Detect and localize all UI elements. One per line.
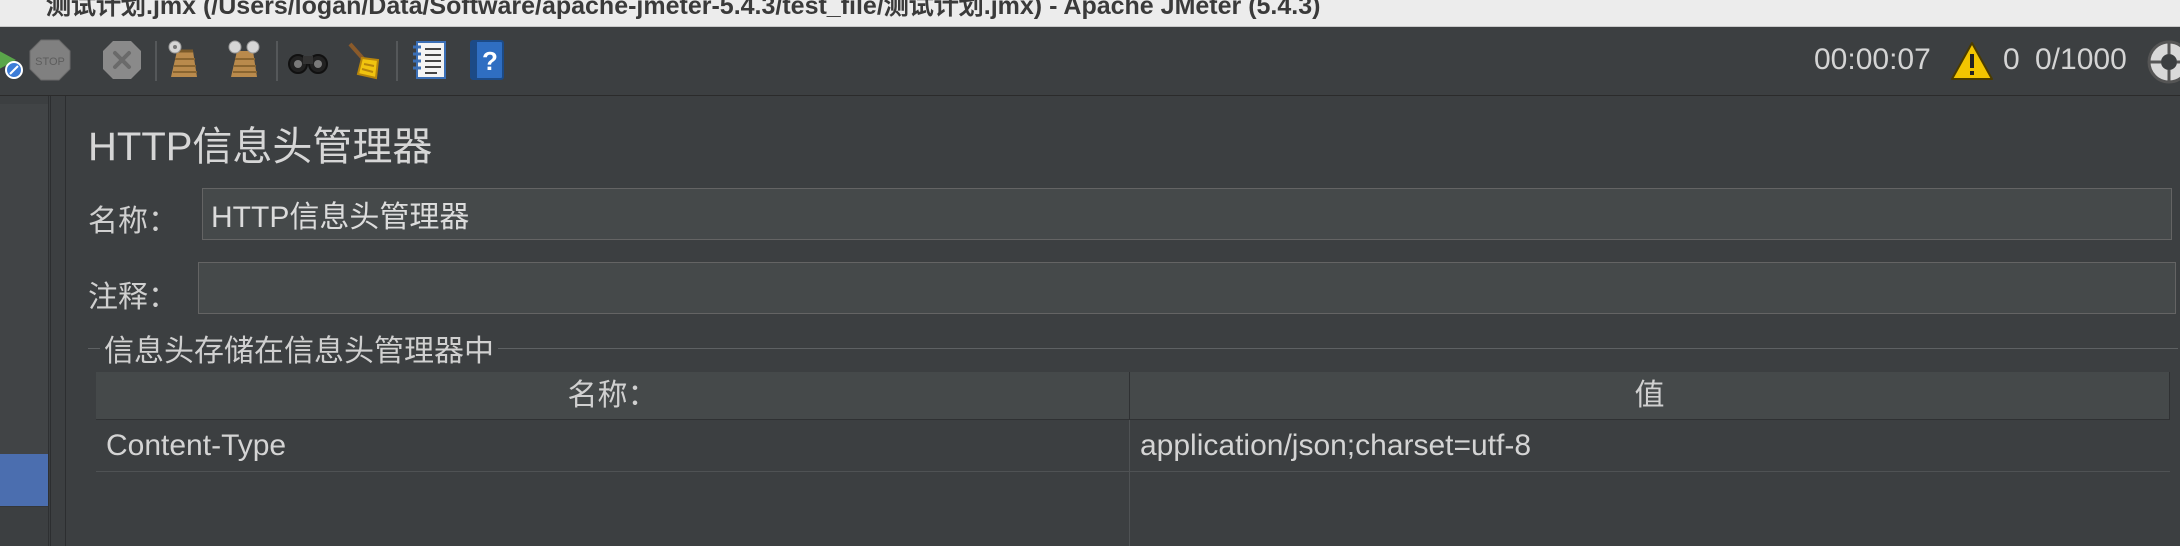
http-header-manager-panel: HTTP信息头管理器 名称： 注释： 信息头存储在信息头管理器中 名称： 值 C… — [66, 96, 2180, 546]
remote-engine-icon[interactable] — [2146, 39, 2180, 85]
tree-node[interactable] — [0, 204, 48, 255]
comment-field[interactable] — [198, 262, 2176, 314]
svg-text:?: ? — [482, 46, 498, 76]
tree-node[interactable] — [0, 154, 48, 205]
toolbar-separator — [276, 41, 278, 81]
jmeter-window: 测试计划.jmx (/Users/logan/Data/Software/apa… — [0, 0, 2180, 546]
clear-all-icon[interactable] — [222, 38, 266, 82]
active-threads: 0/1000 — [2035, 43, 2127, 76]
comment-label: 注释： — [88, 281, 178, 314]
clear-icon[interactable] — [162, 38, 206, 82]
warning-icon[interactable] — [1950, 41, 1994, 81]
tree-node[interactable] — [0, 104, 48, 155]
header-name-cell[interactable]: Content-Type — [96, 420, 1130, 472]
name-field[interactable] — [202, 188, 2172, 240]
toolbar: STOP ? 00:00:07 0 0/1000 — [0, 27, 2180, 96]
page-title: HTTP信息头管理器 — [88, 125, 433, 169]
column-header-value[interactable]: 值 — [1130, 372, 2170, 420]
window-title-bar: 测试计划.jmx (/Users/logan/Data/Software/apa… — [0, 0, 2180, 27]
name-label: 名称： — [88, 205, 178, 238]
headers-group-title: 信息头存储在信息头管理器中 — [100, 326, 498, 370]
test-plan-tree — [0, 96, 49, 546]
shutdown-icon[interactable] — [100, 38, 144, 82]
tree-node[interactable] — [0, 354, 48, 405]
start-no-pauses-icon[interactable] — [0, 38, 28, 82]
headers-table: 名称： 值 Content-Type application/json;char… — [96, 372, 2170, 546]
toolbar-separator — [155, 41, 157, 81]
error-count: 0 — [2003, 43, 2020, 76]
help-icon[interactable]: ? — [466, 38, 510, 82]
function-helper-icon[interactable] — [408, 38, 452, 82]
reset-search-icon[interactable] — [342, 38, 386, 82]
window-title: 测试计划.jmx (/Users/logan/Data/Software/apa… — [46, 0, 1321, 20]
tree-node-selected[interactable] — [0, 454, 48, 507]
search-icon[interactable] — [286, 38, 330, 82]
split-pane-divider[interactable] — [50, 96, 66, 546]
tree-node[interactable] — [0, 304, 48, 355]
svg-text:STOP: STOP — [35, 56, 65, 68]
tree-node[interactable] — [0, 254, 48, 305]
column-divider — [1129, 472, 1130, 546]
header-value-cell[interactable]: application/json;charset=utf-8 — [1130, 420, 2170, 472]
elapsed-time: 00:00:07 — [1814, 43, 1931, 76]
stop-icon[interactable]: STOP — [28, 38, 72, 82]
tree-node[interactable] — [0, 404, 48, 455]
column-header-name[interactable]: 名称： — [96, 372, 1130, 420]
toolbar-separator — [396, 41, 398, 81]
